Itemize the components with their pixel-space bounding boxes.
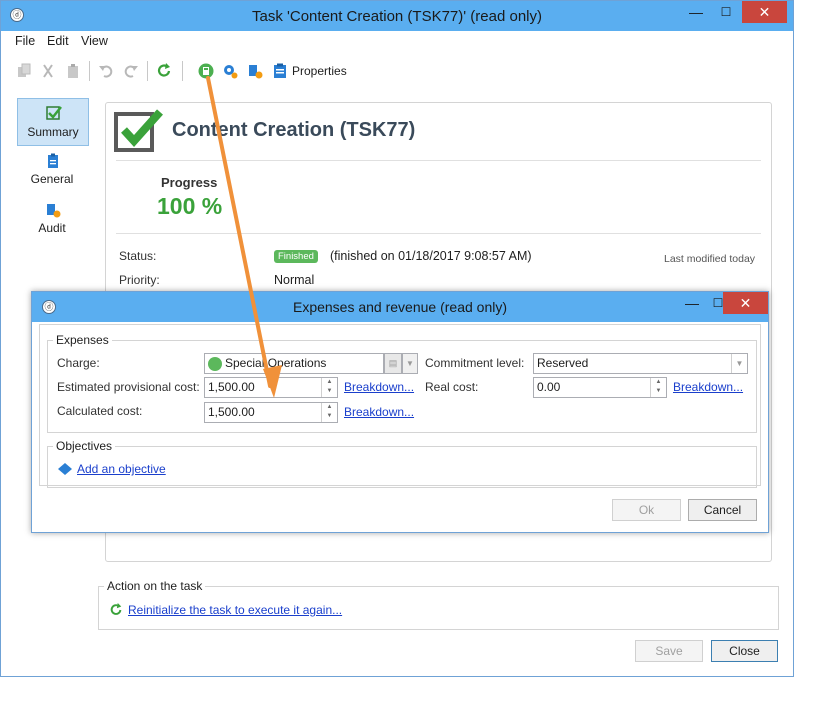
audit-tool-icon[interactable] bbox=[247, 63, 263, 79]
dialog-title-bar[interactable]: ⓓ Expenses and revenue (read only) — ☐ ✕ bbox=[32, 292, 768, 322]
objectives-group: Objectives Add an objective bbox=[47, 439, 757, 488]
close-button[interactable]: Close bbox=[711, 640, 778, 662]
est-cost-input[interactable]: 1,500.00 ▲ ▼ bbox=[204, 377, 338, 398]
est-breakdown-link[interactable]: Breakdown... bbox=[344, 380, 414, 394]
folder-icon[interactable]: ▤ bbox=[384, 353, 402, 374]
clipboard-icon bbox=[48, 153, 58, 168]
audit-icon bbox=[47, 204, 61, 218]
calc-cost-label: Calculated cost: bbox=[57, 404, 143, 418]
properties-button[interactable]: Properties bbox=[292, 64, 347, 78]
action-group: Action on the task Reinitialize the task… bbox=[98, 579, 779, 630]
task-title: Content Creation (TSK77) bbox=[172, 119, 416, 141]
save-button[interactable]: Save bbox=[635, 640, 703, 662]
menu-edit[interactable]: Edit bbox=[47, 34, 69, 48]
add-objective-link[interactable]: Add an objective bbox=[77, 462, 166, 476]
check-icon bbox=[46, 106, 62, 120]
close-window-button[interactable]: ✕ bbox=[742, 1, 787, 23]
nav-item-audit[interactable]: Audit bbox=[17, 200, 89, 240]
real-breakdown-link[interactable]: Breakdown... bbox=[673, 380, 743, 394]
nav-item-label: Audit bbox=[38, 221, 66, 235]
undo-icon[interactable] bbox=[98, 63, 114, 79]
real-cost-input[interactable]: 0.00 ▲ ▼ bbox=[533, 377, 667, 398]
redo-icon[interactable] bbox=[123, 63, 139, 79]
calc-breakdown-link[interactable]: Breakdown... bbox=[344, 405, 414, 419]
commitment-label: Commitment level: bbox=[425, 356, 525, 370]
progress-label: Progress bbox=[161, 175, 218, 190]
title-bar[interactable]: ⓓ Task 'Content Creation (TSK77)' (read … bbox=[1, 1, 793, 31]
expenses-group: Expenses Charge: Special Operations ▤ ▼ … bbox=[47, 333, 757, 433]
commitment-select[interactable]: Reserved ▼ bbox=[533, 353, 748, 374]
reinitialize-link[interactable]: Reinitialize the task to execute it agai… bbox=[128, 603, 342, 617]
menu-view[interactable]: View bbox=[81, 34, 108, 48]
add-objective-icon bbox=[58, 463, 72, 475]
spinner-icon[interactable]: ▲ ▼ bbox=[321, 378, 337, 397]
real-cost-label: Real cost: bbox=[425, 380, 479, 394]
cancel-button[interactable]: Cancel bbox=[688, 499, 757, 521]
window-title: Task 'Content Creation (TSK77)' (read on… bbox=[251, 8, 543, 25]
refresh-icon[interactable] bbox=[156, 63, 172, 79]
expenses-icon[interactable] bbox=[198, 63, 214, 79]
priority-label: Priority: bbox=[119, 273, 160, 287]
action-legend: Action on the task bbox=[104, 579, 206, 593]
objectives-legend: Objectives bbox=[53, 439, 116, 453]
spinner-icon[interactable]: ▲ ▼ bbox=[321, 403, 337, 422]
nav-item-summary[interactable]: Summary bbox=[17, 98, 89, 146]
dialog-title: Expenses and revenue (read only) bbox=[292, 299, 508, 315]
dialog-close-button[interactable]: ✕ bbox=[723, 292, 768, 314]
est-cost-label: Estimated provisional cost: bbox=[57, 380, 200, 394]
charge-field[interactable]: Special Operations bbox=[204, 353, 384, 374]
paste-icon[interactable] bbox=[65, 63, 81, 79]
spinner-icon[interactable]: ▲ ▼ bbox=[650, 378, 666, 397]
properties-icon[interactable] bbox=[272, 63, 288, 79]
gear-icon[interactable] bbox=[222, 63, 238, 79]
progress-value: 100 % bbox=[157, 193, 223, 219]
minimize-button[interactable]: — bbox=[683, 1, 709, 23]
task-complete-icon bbox=[114, 109, 163, 152]
charge-label: Charge: bbox=[57, 356, 100, 370]
charge-icon bbox=[208, 357, 222, 371]
cut-icon[interactable] bbox=[40, 63, 56, 79]
nav-item-label: General bbox=[30, 172, 74, 186]
dialog-minimize-button[interactable]: — bbox=[679, 292, 705, 314]
calc-cost-input[interactable]: 1,500.00 ▲ ▼ bbox=[204, 402, 338, 423]
chevron-down-icon[interactable]: ▼ bbox=[731, 354, 747, 373]
nav-item-general[interactable]: General bbox=[17, 151, 89, 191]
status-badge: Finished bbox=[274, 250, 318, 263]
menu-file[interactable]: File bbox=[15, 34, 35, 48]
status-text: (finished on 01/18/2017 9:08:57 AM) bbox=[330, 249, 532, 263]
expenses-legend: Expenses bbox=[53, 333, 112, 347]
ok-button[interactable]: Ok bbox=[612, 499, 681, 521]
priority-value: Normal bbox=[274, 273, 315, 287]
nav-item-label: Summary bbox=[27, 125, 79, 139]
chevron-down-icon[interactable]: ▼ bbox=[402, 353, 418, 374]
maximize-button[interactable]: ☐ bbox=[713, 1, 739, 23]
reinitialize-icon bbox=[110, 603, 122, 615]
expenses-dialog: ⓓ Expenses and revenue (read only) — ☐ ✕… bbox=[31, 291, 769, 533]
last-modified: Last modified today bbox=[664, 253, 756, 265]
status-label: Status: bbox=[119, 249, 157, 263]
copy-icon[interactable] bbox=[16, 63, 32, 79]
